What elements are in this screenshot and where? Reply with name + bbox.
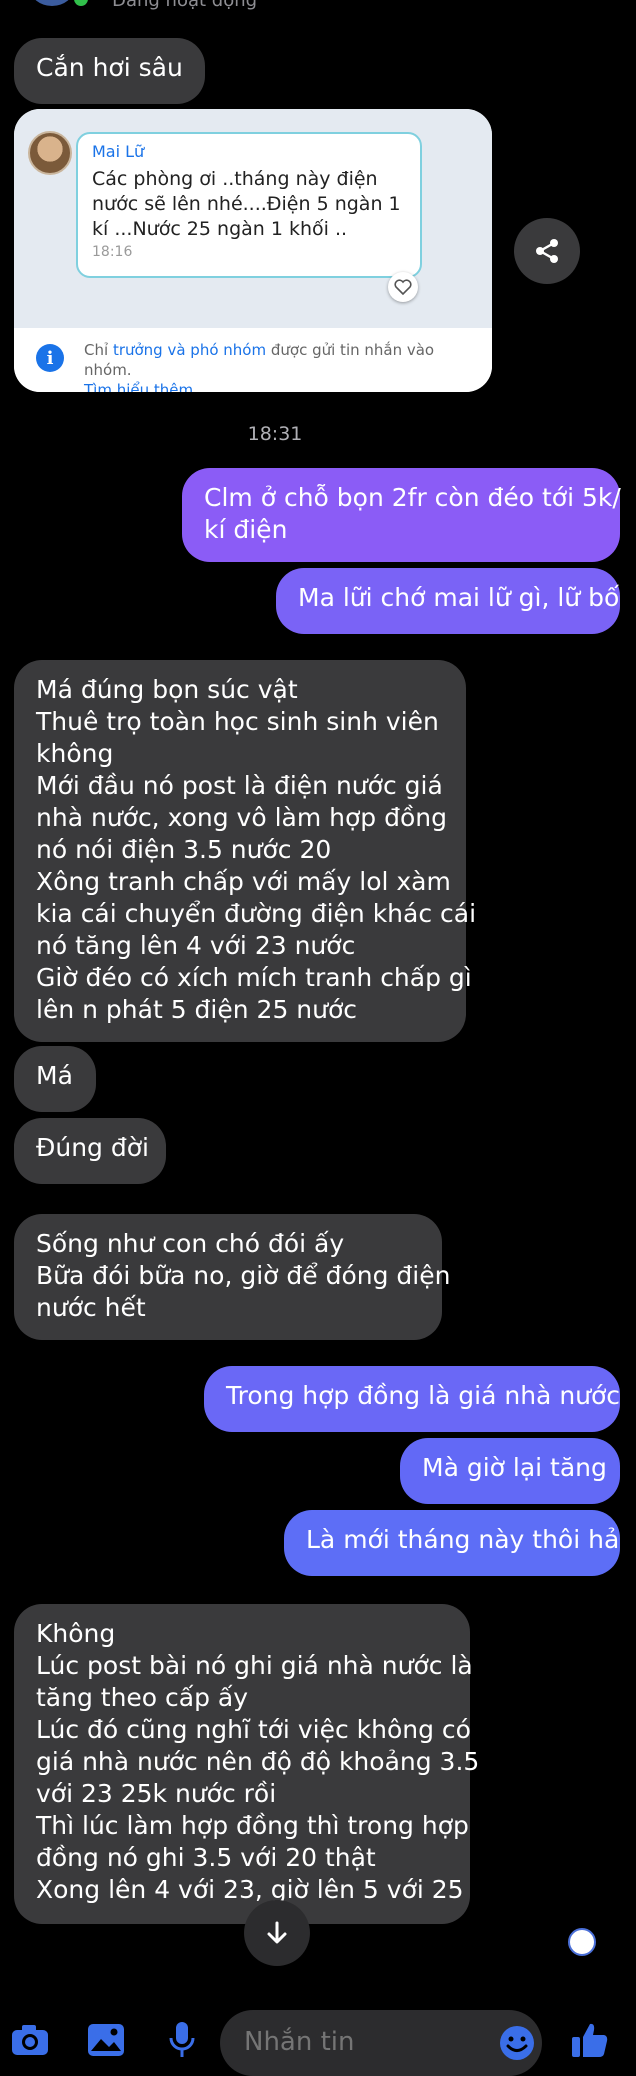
- incoming-message[interactable]: Cắn hơi sâu: [14, 38, 205, 104]
- quoted-sender-name: Mai Lữ: [92, 142, 145, 161]
- microphone-button[interactable]: [160, 2018, 204, 2062]
- message-line: đồng nó ghi 3.5 với 20 thật: [36, 1843, 376, 1872]
- camera-icon: [12, 2025, 48, 2055]
- active-status-text: Đang hoạt động: [112, 0, 258, 11]
- message-timestamp: 18:31: [247, 423, 303, 445]
- like-button[interactable]: [568, 2018, 612, 2062]
- arrow-down-icon: [267, 1921, 287, 1944]
- quoted-line: Các phòng ơi ..tháng này điện: [92, 168, 378, 190]
- outgoing-message[interactable]: Clm ở chỗ bọn 2fr còn đéo tới 5k/ kí điệ…: [182, 468, 621, 562]
- info-icon: i: [36, 344, 64, 372]
- message-line: Bữa đói bữa no, giờ để đóng điện: [36, 1261, 451, 1290]
- image-icon: [88, 2024, 124, 2056]
- outgoing-message[interactable]: Ma lữi chớ mai lữ gì, lữ bố: [276, 568, 620, 634]
- message-line: Lúc post bài nó ghi giá nhà nước là: [36, 1651, 473, 1680]
- quoted-timestamp: 18:16: [92, 244, 133, 260]
- quoted-line: nước sẽ lên nhé....Điện 5 ngàn 1: [92, 193, 401, 215]
- share-icon: [536, 239, 558, 263]
- message-line: giá nhà nước nên độ độ khoảng 3.5: [36, 1747, 480, 1776]
- message-line: Mới đầu nó post là điện nước giá: [36, 771, 443, 800]
- notice-role-link[interactable]: trưởng và phó nhóm: [113, 341, 266, 359]
- online-status-dot: [74, 0, 88, 6]
- outgoing-message[interactable]: Là mới tháng này thôi hả: [284, 1510, 620, 1576]
- message-line: Mà giờ lại tăng: [422, 1453, 607, 1482]
- sender-avatar[interactable]: [28, 131, 72, 175]
- incoming-message[interactable]: Má: [14, 1046, 96, 1112]
- message-composer[interactable]: [220, 2010, 542, 2076]
- message-line: với 23 25k nước rồi: [36, 1779, 277, 1808]
- message-line: lên n phát 5 điện 25 nước: [36, 995, 358, 1024]
- reply-card-header: Mai Lữ Các phòng ơi ..tháng này điện nướ…: [14, 109, 492, 328]
- message-line: Má: [36, 1061, 73, 1090]
- message-line: Đúng đời: [36, 1133, 149, 1162]
- message-line: Thì lúc làm hợp đồng thì trong hợp: [36, 1811, 469, 1840]
- message-line: Lúc đó cũng nghĩ tới việc không có: [36, 1715, 471, 1744]
- outgoing-message[interactable]: Trong hợp đồng là giá nhà nước: [204, 1366, 620, 1432]
- quoted-message-text: Các phòng ơi ..tháng này điện nước sẽ lê…: [92, 167, 406, 242]
- incoming-message[interactable]: Sống như con chó đói ấy Bữa đói bữa no, …: [14, 1214, 451, 1340]
- thumbs-up-icon: [572, 2023, 608, 2057]
- message-line: Cắn hơi sâu: [36, 53, 183, 82]
- message-line: Trong hợp đồng là giá nhà nước: [226, 1381, 621, 1410]
- emoji-button[interactable]: [498, 2024, 536, 2062]
- message-line: kí điện: [204, 515, 288, 544]
- message-line: nhà nước, xong vô làm hợp đồng: [36, 803, 447, 832]
- message-line: Không: [36, 1619, 116, 1648]
- message-line: Là mới tháng này thôi hả: [306, 1525, 620, 1554]
- message-line: nó tăng lên 4 với 23 nước: [36, 931, 356, 960]
- permission-notice: i Chỉ trưởng và phó nhóm được gửi tin nh…: [14, 328, 492, 392]
- quoted-message[interactable]: Mai Lữ Các phòng ơi ..tháng này điện nướ…: [76, 132, 422, 278]
- message-line: Má đúng bọn súc vật: [36, 675, 298, 704]
- seen-indicator-avatar: [568, 1928, 596, 1956]
- message-line: Ma lữi chớ mai lữ gì, lữ bố: [298, 583, 620, 612]
- incoming-message[interactable]: Má đúng bọn súc vật Thuê trọ toàn học si…: [14, 660, 477, 1042]
- contact-avatar[interactable]: [30, 0, 74, 6]
- message-line: nước hết: [36, 1293, 146, 1322]
- message-line: Xông tranh chấp với mấy lol xàm: [36, 867, 451, 896]
- message-line: kia cái chuyển đường điện khác cái: [36, 899, 477, 928]
- message-line: Giờ đéo có xích mích tranh chấp gì: [36, 963, 472, 992]
- message-line: Sống như con chó đói ấy: [36, 1229, 345, 1258]
- microphone-icon: [169, 2022, 195, 2057]
- message-line: Clm ở chỗ bọn 2fr còn đéo tới 5k/: [204, 483, 621, 512]
- gallery-button[interactable]: [84, 2018, 128, 2062]
- message-line: Thuê trọ toàn học sinh sinh viên: [36, 707, 439, 736]
- message-line: không: [36, 739, 114, 768]
- share-button[interactable]: [514, 218, 580, 284]
- message-line: tăng theo cấp ấy: [36, 1683, 249, 1712]
- emoji-icon: [500, 2026, 534, 2060]
- outgoing-message[interactable]: Mà giờ lại tăng: [400, 1438, 620, 1504]
- notice-text: Chỉ trưởng và phó nhóm được gửi tin nhắn…: [84, 340, 484, 392]
- message-line: nó nói điện 3.5 nước 20: [36, 835, 332, 864]
- scroll-to-bottom-button[interactable]: [244, 1900, 310, 1966]
- notice-prefix: Chỉ: [84, 341, 109, 359]
- message-line: Xong lên 4 với 23, giờ lên 5 với 25: [36, 1875, 464, 1904]
- message-input[interactable]: [242, 2026, 476, 2058]
- incoming-message[interactable]: Không Lúc post bài nó ghi giá nhà nước l…: [14, 1604, 480, 1924]
- learn-more-link[interactable]: Tìm hiểu thêm: [84, 381, 193, 392]
- heart-icon[interactable]: [388, 272, 418, 302]
- quoted-line: kí ...Nước 25 ngàn 1 khối ..: [92, 218, 348, 240]
- incoming-message[interactable]: Đúng đời: [14, 1118, 166, 1184]
- camera-button[interactable]: [8, 2018, 52, 2062]
- reply-card[interactable]: Mai Lữ Các phòng ơi ..tháng này điện nướ…: [14, 109, 492, 392]
